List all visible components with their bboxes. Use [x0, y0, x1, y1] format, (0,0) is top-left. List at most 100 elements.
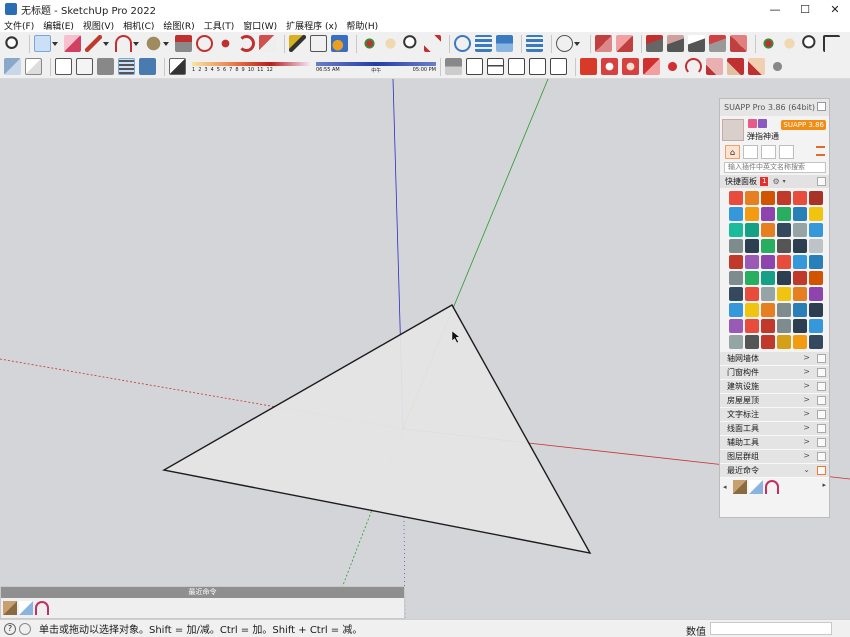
plugin-axis-icon[interactable]	[809, 191, 823, 205]
plugin-arc-icon[interactable]	[793, 287, 807, 301]
left-view-icon[interactable]	[550, 58, 567, 75]
plugin-text-icon[interactable]	[809, 255, 823, 269]
chevron-down-icon[interactable]	[163, 41, 169, 46]
monochrome-icon[interactable]	[139, 58, 156, 75]
plugin-surface-icon[interactable]	[729, 319, 743, 333]
select-arrow-icon[interactable]	[34, 35, 51, 52]
plugin-grid-icon[interactable]	[793, 239, 807, 253]
plugin-loft-icon[interactable]	[761, 303, 775, 317]
orbit-icon[interactable]	[361, 35, 378, 52]
plugin-tag-icon[interactable]	[809, 271, 823, 285]
suapp-brush-icon[interactable]	[748, 58, 765, 75]
category-text-annotation[interactable]: 文字标注 >	[720, 408, 829, 422]
external-link-icon[interactable]	[817, 396, 826, 405]
tape-measure-icon[interactable]	[289, 35, 306, 52]
right-view-icon[interactable]	[508, 58, 525, 75]
maximize-button[interactable]: ☐	[790, 0, 820, 18]
eraser-icon[interactable]	[64, 35, 81, 52]
cube-icon[interactable]	[761, 145, 776, 159]
shaded-icon[interactable]	[97, 58, 114, 75]
recent-materials-icon[interactable]	[733, 479, 747, 494]
extension-warehouse-icon[interactable]	[475, 35, 492, 52]
back-view-icon[interactable]	[529, 58, 546, 75]
hidden-line-icon[interactable]	[76, 58, 93, 75]
version-badge[interactable]: SUAPP 3.86	[781, 120, 826, 130]
external-link-icon[interactable]	[817, 410, 826, 419]
sandbox-detail-icon[interactable]	[709, 35, 726, 52]
layers-icon[interactable]	[743, 145, 758, 159]
recent-slice-icon[interactable]	[19, 601, 33, 615]
plugin-clip-icon[interactable]	[761, 287, 775, 301]
avatar[interactable]	[722, 119, 744, 141]
plugin-brick-icon[interactable]	[745, 335, 759, 349]
external-link-icon[interactable]	[817, 466, 826, 475]
close-icon[interactable]	[817, 102, 826, 111]
top-view-icon[interactable]	[466, 58, 483, 75]
plugin-box-icon[interactable]	[809, 239, 823, 253]
plugin-anchor-icon[interactable]	[793, 319, 807, 333]
plugin-fillet-icon[interactable]	[793, 207, 807, 221]
plugin-package-icon[interactable]	[793, 335, 807, 349]
follow-me-icon[interactable]	[196, 35, 213, 52]
geolocation-icon[interactable]	[19, 622, 31, 635]
plugin-star-icon[interactable]	[777, 255, 791, 269]
arc-icon[interactable]	[115, 35, 132, 52]
sandbox-flip-icon[interactable]	[730, 35, 747, 52]
external-link-icon[interactable]	[817, 452, 826, 461]
plugin-mesh-icon[interactable]	[809, 335, 823, 349]
plugin-spiral-icon[interactable]	[761, 255, 775, 269]
shadow-time-slider[interactable]: 06:55 AM 中午 05:00 PM	[316, 58, 436, 76]
external-link-icon[interactable]	[817, 177, 826, 186]
shape-circle-icon[interactable]	[145, 35, 162, 52]
plugin-link-icon[interactable]	[809, 319, 823, 333]
shadow-date-slider[interactable]: 1 2 3 4 5 6 7 8 9 10 11 12	[192, 58, 310, 76]
plugin-push-icon[interactable]	[793, 303, 807, 317]
chevron-down-icon[interactable]	[133, 41, 139, 46]
sandbox-drape-icon[interactable]	[688, 35, 705, 52]
search-icon[interactable]	[779, 145, 794, 159]
scale-icon[interactable]	[259, 35, 276, 52]
plugin-measure-icon[interactable]	[809, 303, 823, 317]
recent-arc-icon[interactable]	[765, 479, 779, 494]
back-edges-icon[interactable]	[25, 58, 42, 75]
plugin-gradient-icon[interactable]	[745, 271, 759, 285]
scroll-left-icon[interactable]: ◂	[723, 483, 731, 491]
recent-slice-icon[interactable]	[749, 479, 763, 494]
plugin-dim-icon[interactable]	[729, 271, 743, 285]
measurements-input[interactable]	[710, 622, 832, 635]
help-icon[interactable]: ?	[4, 622, 16, 635]
chevron-down-icon[interactable]	[52, 41, 58, 46]
extension-manager-icon[interactable]	[526, 35, 543, 52]
recent-arc-icon[interactable]	[35, 601, 49, 615]
xray-icon[interactable]	[4, 58, 21, 75]
plugin-array-icon[interactable]	[761, 223, 775, 237]
front-view-icon[interactable]	[487, 58, 504, 75]
menu-window[interactable]: 窗口(W)	[243, 19, 277, 32]
suapp-tool-icon[interactable]	[643, 58, 660, 75]
plugin-arrow-icon[interactable]	[793, 255, 807, 269]
plugin-section-icon[interactable]	[777, 271, 791, 285]
plugin-align-icon[interactable]	[777, 223, 791, 237]
close-button[interactable]: ✕	[820, 0, 850, 18]
suapp-ruler-icon[interactable]	[727, 58, 744, 75]
suapp-loop-icon[interactable]	[685, 58, 702, 75]
plugin-mirror-icon[interactable]	[793, 223, 807, 237]
zoom-magnifier-icon[interactable]	[4, 35, 21, 52]
chevron-down-icon[interactable]: ▾	[783, 178, 786, 185]
iso-view-icon[interactable]	[445, 58, 462, 75]
menu-extensions[interactable]: 扩展程序 (x)	[286, 19, 337, 32]
plugin-hook-icon[interactable]	[729, 335, 743, 349]
favorites-panel-header[interactable]: 快捷面板 1 ⚙ ▾	[720, 175, 829, 188]
plugin-cross-icon[interactable]	[745, 319, 759, 333]
plugin-weld-icon[interactable]	[729, 223, 743, 237]
wireframe-icon[interactable]	[55, 58, 72, 75]
plugin-wave-icon[interactable]	[729, 303, 743, 317]
plugin-tile-icon[interactable]	[729, 255, 743, 269]
plugin-offset-icon[interactable]	[777, 207, 791, 221]
sandbox-stamp-icon[interactable]	[667, 35, 684, 52]
external-link-icon[interactable]	[817, 368, 826, 377]
zoom-icon[interactable]	[403, 35, 420, 52]
gear-icon[interactable]: ⚙	[772, 177, 779, 186]
plugin-bolt-icon[interactable]	[793, 271, 807, 285]
plugin-cut-icon[interactable]	[777, 303, 791, 317]
